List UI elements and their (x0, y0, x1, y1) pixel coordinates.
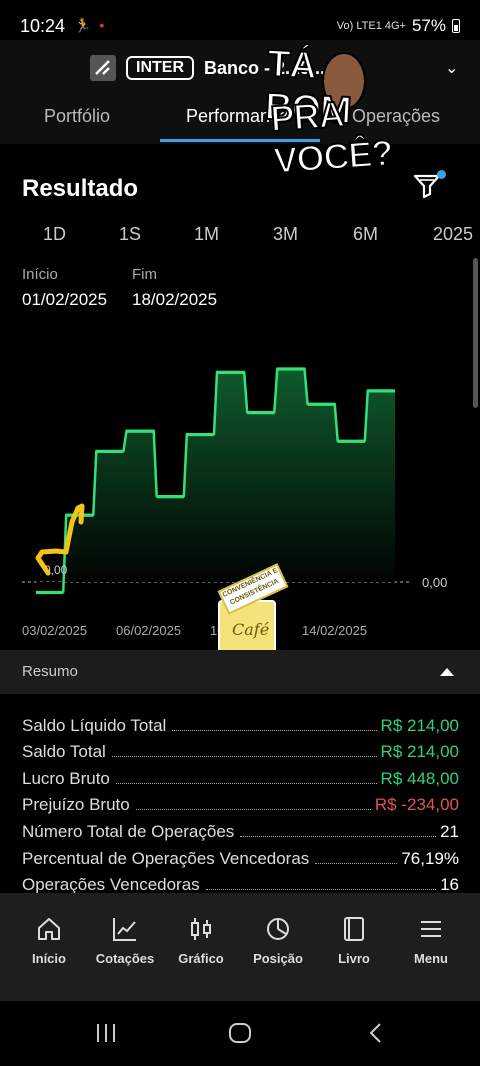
network-indicator: Vo) LTE1 4G+ (336, 20, 406, 32)
x-tick-label: 06/02/2025 (116, 623, 181, 638)
filter-active-dot (437, 170, 446, 179)
nav-label: Gráfico (178, 951, 224, 966)
nav-posicao[interactable]: Posição (235, 915, 321, 966)
book-icon (344, 917, 364, 941)
summary-label: Número Total de Operações (22, 822, 235, 841)
bottom-nav: Início Cotações Gráfico Posição Livro Me… (0, 893, 480, 1001)
period-1d[interactable]: 1D (43, 224, 66, 245)
summary-label: Saldo Total (22, 742, 106, 761)
summary-row: Saldo Líquido Total R$ 214,00 (22, 710, 459, 736)
tab-bar: Portfólio Performance Operações (0, 102, 480, 142)
nav-livro[interactable]: Livro (311, 915, 397, 966)
trend-chart-icon (113, 918, 136, 941)
broker-logo-icon (90, 55, 116, 81)
summary-label: Operações Vencedoras (22, 875, 200, 894)
top-bar: INTER Banco - 2...9... ⌄ Portfólio Perfo… (0, 40, 480, 144)
nav-label: Livro (338, 951, 370, 966)
battery-icon (452, 19, 460, 33)
home-button-icon[interactable] (228, 1021, 252, 1045)
resumo-label: Resumo (22, 663, 78, 680)
chart-step-segment (217, 372, 245, 374)
chart-step-segment (367, 390, 395, 393)
summary-value: R$ 448,00 (380, 769, 459, 788)
start-date-value[interactable]: 01/02/2025 (22, 290, 107, 310)
chart-step-segment (156, 496, 184, 499)
x-tick-label: 03/02/2025 (22, 623, 87, 638)
summary-row: Saldo Total R$ 214,00 (22, 736, 459, 762)
chart-step-segment (307, 403, 335, 406)
summary-label: Lucro Bruto (22, 769, 110, 788)
period-2025[interactable]: 2025 (433, 224, 473, 245)
status-time: 10:24 (20, 16, 66, 36)
hamburger-menu-icon (421, 921, 441, 937)
candlestick-icon (191, 918, 211, 940)
nav-label: Início (32, 951, 66, 966)
nav-label: Cotações (95, 951, 155, 966)
status-bar: 10:24 🏃 • Vo) LTE1 4G+ 57% (0, 0, 480, 40)
notification-icons: 🏃 • (74, 17, 107, 33)
summary-row: Lucro Bruto R$ 448,00 (22, 763, 459, 789)
chart-step-segment (277, 368, 305, 371)
end-date-value[interactable]: 18/02/2025 (132, 290, 217, 310)
chart-step-segment (186, 434, 214, 437)
zero-label-right: 0,00 (422, 575, 447, 590)
back-icon[interactable] (364, 1021, 388, 1045)
end-date-label: Fim (132, 266, 157, 283)
nav-grafico[interactable]: Gráfico (158, 915, 244, 966)
chart-step-segment (36, 592, 64, 595)
system-nav-bar (0, 1001, 480, 1066)
nav-label: Posição (253, 951, 303, 966)
x-tick-label: 14/02/2025 (302, 623, 367, 638)
summary-value: R$ 214,00 (380, 742, 459, 761)
summary-value: R$ -234,00 (374, 795, 459, 814)
start-date-label: Início (22, 266, 58, 283)
summary-row: Número Total de Operações 21 (22, 816, 459, 842)
broker-badge: INTER (126, 56, 194, 80)
nav-label: Menu (414, 951, 448, 966)
nav-inicio[interactable]: Início (6, 915, 92, 966)
summary-value: 76,19% (401, 849, 459, 868)
chart-step-segment (96, 451, 124, 453)
summary-row: Operações Vencedoras 16 (22, 869, 459, 895)
sticker-text-line2: PRA VOCÊ? (268, 92, 395, 182)
nav-cotacoes[interactable]: Cotações (82, 915, 168, 966)
collapse-up-icon[interactable] (440, 668, 454, 676)
tab-portfolio[interactable]: Portfólio (44, 106, 110, 127)
chart-step-segment (337, 440, 365, 443)
period-1m[interactable]: 1M (194, 224, 219, 245)
home-icon (38, 918, 60, 940)
period-3m[interactable]: 3M (273, 224, 298, 245)
summary-label: Saldo Líquido Total (22, 716, 167, 735)
period-1s[interactable]: 1S (119, 224, 141, 245)
status-right: Vo) LTE1 4G+ 57% (337, 16, 460, 36)
summary-row: Percentual de Operações Vencedoras 76,19% (22, 843, 459, 869)
chart-step-segment (247, 412, 275, 415)
battery-percent: 57% (411, 16, 446, 35)
pie-chart-icon (267, 918, 289, 940)
summary-label: Prejuízo Bruto (22, 795, 130, 814)
sticker-overlay: TÁ BOM PRA VOCÊ? (258, 42, 395, 182)
summary-row: Prejuízo Bruto R$ -234,00 (22, 789, 459, 815)
summary-label: Percentual de Operações Vencedoras (22, 849, 310, 868)
nav-menu[interactable]: Menu (388, 915, 474, 966)
filter-button[interactable] (412, 170, 446, 204)
cafe-script-text: Café (232, 620, 270, 639)
recent-apps-icon[interactable] (94, 1021, 118, 1045)
resumo-header[interactable]: Resumo (0, 650, 480, 694)
chart-step-segment (126, 430, 154, 433)
summary-value: 21 (440, 822, 459, 841)
period-6m[interactable]: 6M (353, 224, 378, 245)
period-selector: 1D 1S 1M 3M 6M 2025 (0, 224, 480, 250)
summary-value: 16 (440, 875, 459, 894)
page-title: Resultado (22, 175, 139, 202)
chevron-down-icon[interactable]: ⌄ (445, 58, 458, 78)
summary-value: R$ 214,00 (380, 716, 459, 735)
